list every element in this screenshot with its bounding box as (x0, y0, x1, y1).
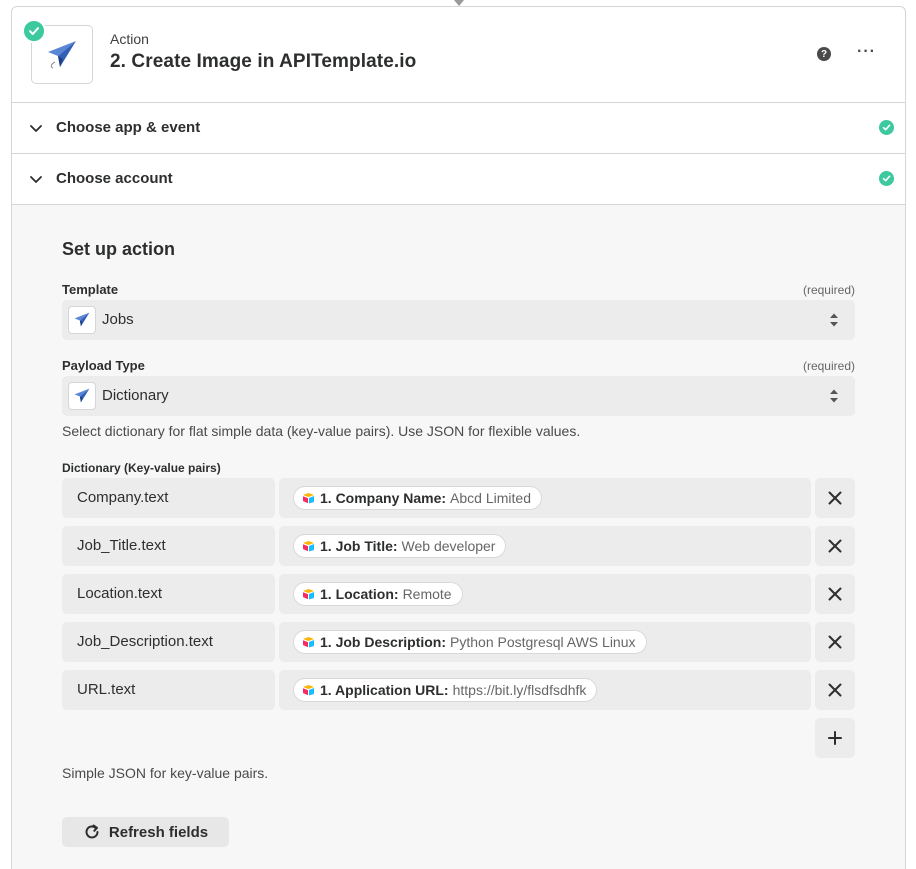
pill-key: 1. Job Title: (320, 538, 398, 554)
close-icon (828, 683, 842, 697)
section-complete-check-icon (879, 120, 894, 135)
mapped-field-pill[interactable]: 1. Company Name: Abcd Limited (293, 486, 542, 510)
step-title: 2. Create Image in APITemplate.io (110, 51, 417, 72)
mapped-field-pill[interactable]: 1. Application URL: https://bit.ly/flsdf… (293, 678, 598, 702)
refresh-fields-button[interactable]: Refresh fields (62, 817, 229, 847)
setup-action-title: Set up action (62, 239, 176, 259)
setup-action-panel: Set up action Template (required) Jobs P… (12, 205, 905, 869)
section-choose-account[interactable]: Choose account (12, 154, 905, 205)
dictionary-row: URL.text 1. Application URL: https://bit… (62, 670, 855, 710)
airtable-icon (303, 589, 314, 600)
payload-type-value: Dictionary (102, 387, 169, 404)
dictionary-row: Job_Title.text 1. Job Title: Web develop… (62, 526, 855, 566)
payload-type-help: Select dictionary for flat simple data (… (62, 423, 581, 439)
remove-row-button[interactable] (815, 622, 855, 662)
dictionary-key-field[interactable]: Location.text (62, 574, 275, 614)
section-complete-check-icon (879, 171, 894, 186)
airtable-icon (303, 493, 314, 504)
action-step-card: Action 2. Create Image in APITemplate.io… (11, 6, 906, 869)
mapped-field-pill[interactable]: 1. Job Description: Python Postgresql AW… (293, 630, 647, 654)
pill-key: 1. Application URL: (320, 682, 449, 698)
airtable-icon (303, 637, 314, 648)
close-icon (828, 539, 842, 553)
dictionary-key-field[interactable]: Job_Title.text (62, 526, 275, 566)
dictionary-value-field[interactable]: 1. Location: Remote (279, 574, 811, 614)
dictionary-row: Company.text 1. Company Name: Abcd Limit… (62, 478, 855, 518)
template-required: (required) (802, 283, 855, 297)
add-row-button[interactable] (815, 718, 855, 758)
dictionary-row: Location.text 1. Location: Remote (62, 574, 855, 614)
remove-row-button[interactable] (815, 670, 855, 710)
refresh-icon (83, 823, 101, 841)
remove-row-button[interactable] (815, 526, 855, 566)
pill-value: Python Postgresql AWS Linux (450, 634, 636, 650)
dictionary-label: Dictionary (Key-value pairs) (62, 461, 221, 475)
remove-row-button[interactable] (815, 478, 855, 518)
close-icon (828, 635, 842, 649)
app-logo (68, 382, 96, 410)
payload-type-label: Payload Type (62, 358, 145, 373)
section-choose-app-event[interactable]: Choose app & event (12, 103, 905, 154)
select-arrows-icon (830, 389, 838, 403)
app-logo (68, 306, 96, 334)
close-icon (828, 491, 842, 505)
chevron-down-icon (30, 176, 42, 183)
paper-plane-icon (48, 40, 76, 68)
paper-plane-icon (74, 388, 90, 403)
template-label: Template (62, 282, 119, 297)
pill-value: https://bit.ly/flsdfsdhfk (452, 682, 587, 698)
dictionary-key-field[interactable]: URL.text (62, 670, 275, 710)
payload-type-select[interactable]: Dictionary (62, 376, 855, 416)
dictionary-help: Simple JSON for key-value pairs. (62, 765, 269, 781)
mapped-field-pill[interactable]: 1. Job Title: Web developer (293, 534, 507, 558)
chevron-down-icon (30, 125, 42, 132)
remove-row-button[interactable] (815, 574, 855, 614)
mapped-field-pill[interactable]: 1. Location: Remote (293, 582, 463, 606)
dictionary-value-field[interactable]: 1. Job Description: Python Postgresql AW… (279, 622, 811, 662)
pill-value: Remote (402, 586, 452, 602)
step-complete-check-icon (22, 19, 46, 43)
dictionary-value-field[interactable]: 1. Application URL: https://bit.ly/flsdf… (279, 670, 811, 710)
more-options-icon[interactable]: ··· (857, 43, 876, 61)
section-label: Choose app & event (56, 119, 201, 136)
dictionary-value-field[interactable]: 1. Company Name: Abcd Limited (279, 478, 811, 518)
step-type-label: Action (110, 31, 149, 47)
payload-type-required: (required) (802, 359, 855, 373)
template-select[interactable]: Jobs (62, 300, 855, 340)
plus-icon (828, 731, 842, 745)
help-icon[interactable]: ? (817, 47, 831, 61)
dictionary-key-field[interactable]: Job_Description.text (62, 622, 275, 662)
template-value: Jobs (102, 311, 134, 328)
paper-plane-icon (74, 312, 90, 327)
dictionary-value-field[interactable]: 1. Job Title: Web developer (279, 526, 811, 566)
select-arrows-icon (830, 313, 838, 327)
pill-key: 1. Company Name: (320, 490, 447, 506)
step-header[interactable]: Action 2. Create Image in APITemplate.io… (12, 7, 905, 103)
refresh-fields-label: Refresh fields (108, 823, 209, 841)
pill-value: Abcd Limited (450, 490, 531, 506)
close-icon (828, 587, 842, 601)
airtable-icon (303, 685, 314, 696)
pill-key: 1. Location: (320, 586, 399, 602)
airtable-icon (303, 541, 314, 552)
pill-value: Web developer (401, 538, 496, 554)
section-label: Choose account (56, 170, 173, 187)
dictionary-key-field[interactable]: Company.text (62, 478, 275, 518)
pill-key: 1. Job Description: (320, 634, 447, 650)
dictionary-row: Job_Description.text 1. Job Description:… (62, 622, 855, 662)
